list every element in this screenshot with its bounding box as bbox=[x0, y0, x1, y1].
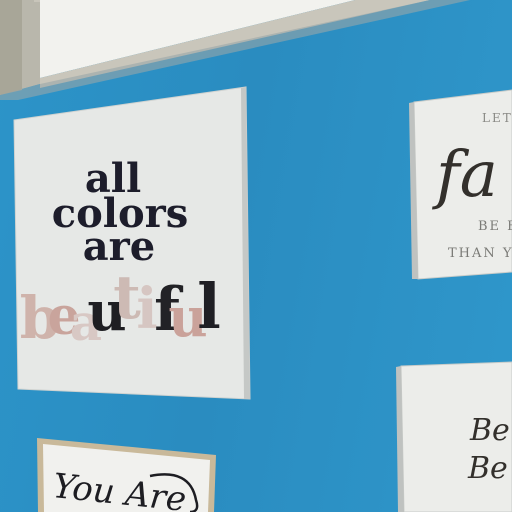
bottom-left-sign: You Are bbox=[37, 438, 216, 512]
